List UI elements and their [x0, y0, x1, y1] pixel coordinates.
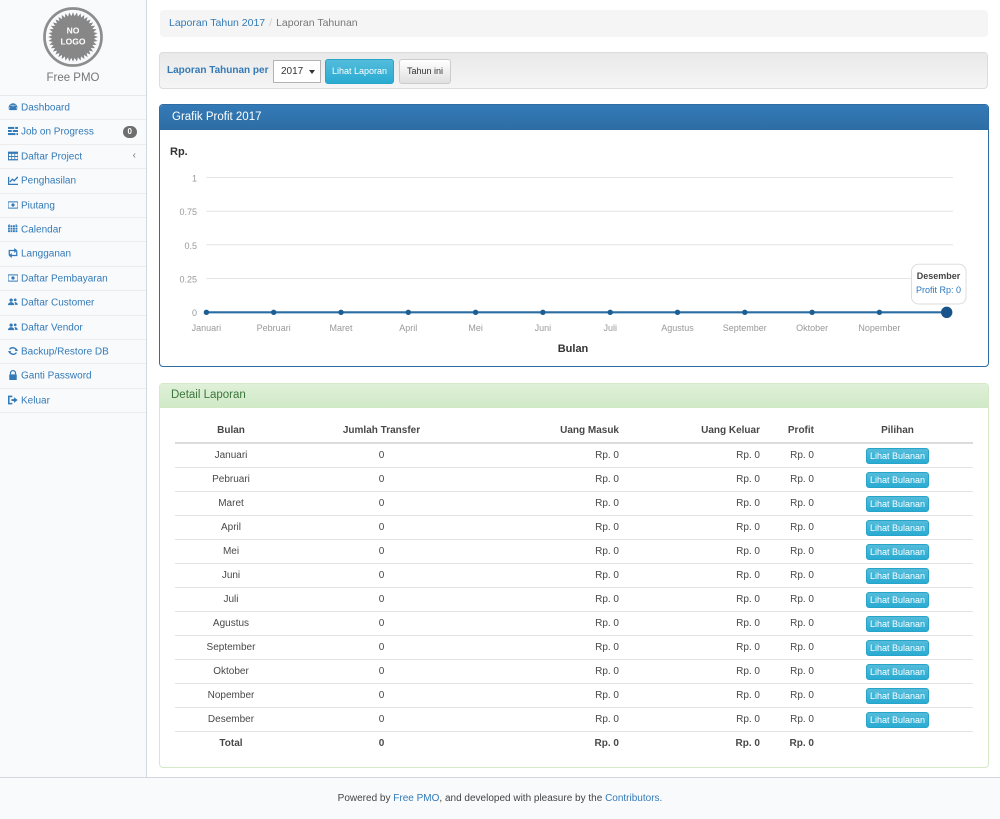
- svg-text:NO: NO: [67, 26, 80, 36]
- svg-text:Nopember: Nopember: [858, 323, 900, 333]
- svg-text:Januari: Januari: [192, 323, 222, 333]
- svg-text:Oktober: Oktober: [796, 323, 828, 333]
- svg-text:Maret: Maret: [329, 323, 353, 333]
- svg-text:Pebruari: Pebruari: [257, 323, 291, 333]
- svg-text:1: 1: [192, 174, 197, 184]
- svg-text:Juli: Juli: [603, 323, 617, 333]
- svg-text:Bulan: Bulan: [558, 343, 589, 355]
- svg-text:Juni: Juni: [535, 323, 552, 333]
- svg-text:LOGO: LOGO: [60, 37, 85, 47]
- svg-text:Desember: Desember: [917, 271, 961, 281]
- svg-text:Agustus: Agustus: [661, 323, 694, 333]
- svg-text:0.75: 0.75: [179, 207, 197, 217]
- svg-text:Mei: Mei: [468, 323, 483, 333]
- svg-text:September: September: [723, 323, 767, 333]
- svg-text:Rp.: Rp.: [170, 146, 188, 158]
- svg-text:0: 0: [192, 308, 197, 318]
- svg-text:0.25: 0.25: [179, 275, 197, 285]
- svg-text:April: April: [399, 323, 417, 333]
- svg-text:Profit Rp: 0: Profit Rp: 0: [916, 285, 961, 295]
- svg-text:0.5: 0.5: [184, 241, 197, 251]
